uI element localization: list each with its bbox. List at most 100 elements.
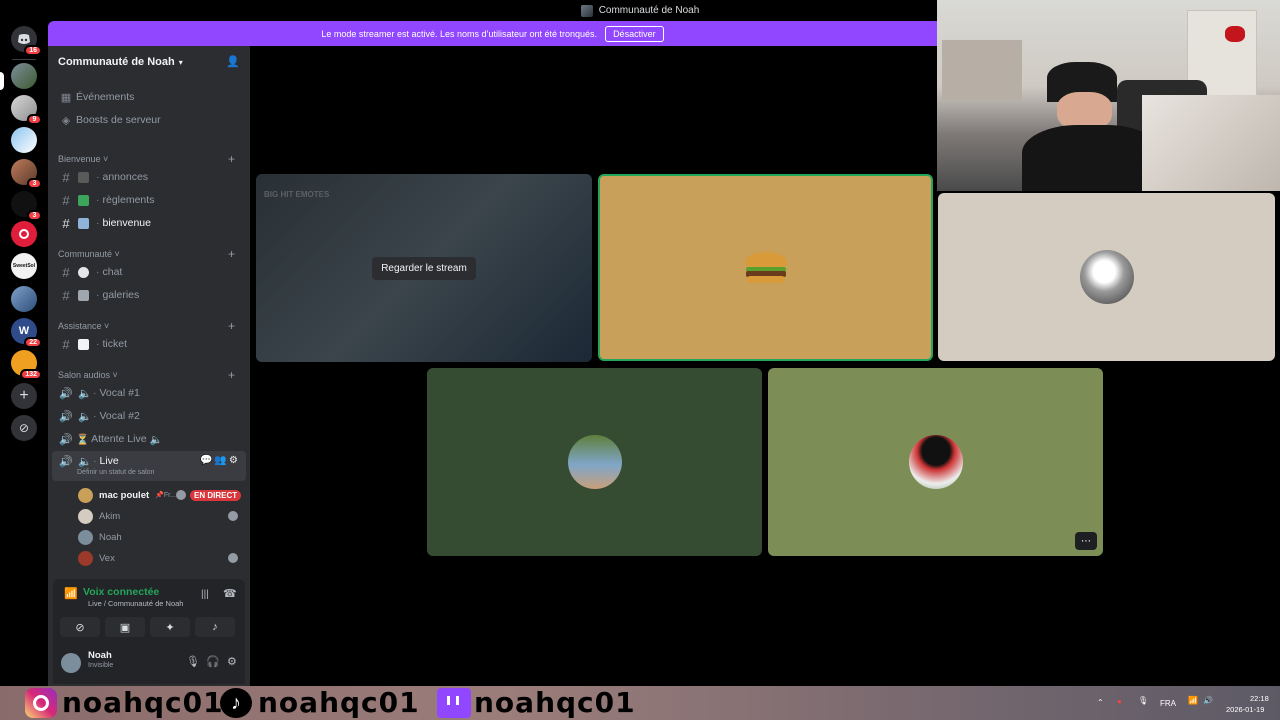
add-server-icon[interactable]: +	[11, 383, 37, 409]
streamer-mode-banner: Le mode streamer est activé. Les noms d’…	[48, 21, 937, 46]
voice-connected-title: Voix connectée	[83, 586, 160, 598]
gear-icon[interactable]: ⚙	[229, 455, 238, 466]
chat-icon[interactable]: 💬	[200, 455, 212, 466]
category-communaute[interactable]: Communauté ˅ +	[58, 247, 235, 261]
share-screen-button[interactable]: ▣	[105, 617, 145, 637]
user-name: Noah	[88, 650, 112, 661]
gear-icon[interactable]: ⚙	[227, 655, 237, 668]
server-item[interactable]: 9	[11, 95, 42, 125]
microphone-icon[interactable]: 🎙	[1138, 696, 1148, 705]
voice-connection-panel: 📶 Voix connectée Live / Communauté de No…	[53, 579, 245, 684]
clock-time[interactable]: 22:18	[1250, 694, 1269, 703]
decoration	[1225, 26, 1245, 42]
hashtag-icon: #	[62, 287, 70, 303]
stream-preview-tile[interactable]: BIG HIT EMOTES Regarder le stream	[256, 174, 592, 362]
voice-member[interactable]: mac poulet 📌 Fr... EN DIRECT	[48, 485, 250, 505]
speaker-emoji-icon: 🔈	[149, 433, 163, 446]
window-title: Communauté de Noah	[598, 5, 700, 16]
create-channel-icon[interactable]: +	[228, 368, 235, 382]
voice-member[interactable]: Vex	[48, 548, 250, 568]
voice-connected-subtitle[interactable]: Live / Communauté de Noah	[88, 599, 183, 608]
voice-channel-vocal-1[interactable]: 🔊 🔈 · Vocal #1	[48, 383, 250, 403]
server-item[interactable]: 3	[11, 191, 42, 221]
hashtag-icon: #	[62, 192, 70, 208]
channel-reglements[interactable]: # · règlements	[48, 190, 250, 210]
language-indicator[interactable]: FRA	[1160, 699, 1176, 708]
clock-date[interactable]: 2026-01-19	[1226, 705, 1264, 714]
voice-member[interactable]: Akim	[48, 506, 250, 526]
twitch-icon	[437, 688, 471, 718]
speaker-active-icon: 🔊	[59, 456, 73, 468]
category-bienvenue[interactable]: Bienvenue ˅ +	[58, 152, 235, 166]
chevron-up-icon[interactable]: ⌃	[1097, 698, 1104, 707]
invite-people-icon[interactable]: 👤	[226, 55, 240, 69]
calendar-icon: ▦	[60, 91, 72, 104]
disable-streamer-mode-button[interactable]: Désactiver	[605, 25, 664, 42]
user-panel: Noah Invisible 🎙 🎧 ⚙	[53, 643, 245, 684]
notification-badge: 16	[24, 45, 42, 56]
discover-icon[interactable]: ⊘	[11, 415, 37, 441]
channel-annonces[interactable]: # · annonces	[48, 167, 250, 187]
live-badge: EN DIRECT	[190, 489, 242, 501]
voice-channel-vocal-2[interactable]: 🔊 🔈 · Vocal #2	[48, 406, 250, 426]
server-item[interactable]	[11, 221, 37, 247]
watch-stream-button[interactable]: Regarder le stream	[372, 256, 476, 280]
category-assistance[interactable]: Assistance ˅ +	[58, 319, 235, 333]
headphones-icon[interactable]: 🎧	[206, 655, 220, 668]
server-item[interactable]: 132	[11, 350, 42, 380]
server-item[interactable]: W 22	[11, 318, 42, 348]
participant-tile-akim[interactable]	[938, 193, 1275, 361]
create-channel-icon[interactable]: +	[228, 152, 235, 166]
taskbar: noahqc01 ♪ noahqc01 noahqc01 ⌃ ● 🎙 FRA 📶…	[0, 686, 1280, 720]
create-channel-icon[interactable]: +	[228, 247, 235, 261]
speaker-icon: 🔊	[59, 433, 73, 446]
xbox-icon	[176, 490, 186, 500]
noise-suppression-icon[interactable]: |||	[201, 589, 209, 600]
avatar[interactable]	[61, 653, 81, 673]
voice-channel-attente-live[interactable]: 🔊 ⏳ Attente Live 🔈	[48, 429, 250, 449]
guild-name: Communauté de Noah	[58, 56, 175, 68]
server-item[interactable]	[11, 286, 37, 312]
speech-emoji-icon	[78, 266, 89, 278]
channel-bienvenue[interactable]: # · bienvenue	[48, 213, 250, 233]
participant-tile-vex[interactable]: ⋯	[768, 368, 1103, 556]
avatar	[78, 529, 93, 545]
discord-logo-icon[interactable]: 16	[11, 26, 42, 56]
more-options-button[interactable]: ⋯	[1075, 532, 1097, 550]
guild-header[interactable]: Communauté de Noah ▾ 👤	[48, 46, 250, 78]
speaker-emoji-icon: 🔈	[78, 456, 92, 468]
soundboard-button[interactable]: ♪	[195, 617, 235, 637]
wifi-icon[interactable]: 📶	[1188, 696, 1198, 705]
invite-icon[interactable]: 👥	[214, 455, 226, 466]
camera-off-button[interactable]: ⊘	[60, 617, 100, 637]
server-communaute-noah[interactable]	[0, 63, 37, 90]
events-item[interactable]: ▦ Événements	[48, 87, 250, 107]
participant-tile-mac-poulet[interactable]	[598, 174, 933, 361]
server-boosts-item[interactable]: ◈ Boosts de serveur	[48, 110, 250, 130]
instagram-handle: noahqc01	[62, 686, 224, 719]
category-salon-audios[interactable]: Salon audios ˅ +	[58, 368, 235, 382]
channel-ticket[interactable]: # · ticket	[48, 334, 250, 354]
photo-emoji-icon	[78, 289, 89, 301]
server-item[interactable]	[11, 127, 37, 153]
server-item[interactable]: SweetSol	[11, 253, 37, 279]
microphone-icon[interactable]: 🎙	[186, 655, 200, 668]
page-emoji-icon	[78, 338, 89, 350]
server-icon	[580, 4, 593, 17]
channel-galeries[interactable]: # · galeries	[48, 285, 250, 305]
webcam-overlay	[937, 0, 1280, 191]
signal-icon[interactable]: 📶	[64, 587, 78, 600]
pin-icon: 📌	[155, 492, 164, 499]
participant-tile-noah[interactable]	[427, 368, 762, 556]
channel-status-placeholder[interactable]: Définir un statut de salon	[77, 469, 154, 476]
voice-channel-live[interactable]: 🔊 🔈 · Live 💬 👥 ⚙ Définir un statut de sal…	[52, 451, 246, 481]
shirt	[1022, 125, 1162, 191]
channel-chat[interactable]: # · chat	[48, 262, 250, 282]
server-item[interactable]: 3	[11, 159, 42, 189]
activities-button[interactable]: ✦	[150, 617, 190, 637]
volume-icon[interactable]: 🔊	[1203, 696, 1213, 705]
create-channel-icon[interactable]: +	[228, 319, 235, 333]
voice-member[interactable]: Noah	[48, 527, 250, 547]
disconnect-icon[interactable]: ☎	[223, 587, 237, 600]
tray-app-icon[interactable]: ●	[1117, 697, 1122, 706]
